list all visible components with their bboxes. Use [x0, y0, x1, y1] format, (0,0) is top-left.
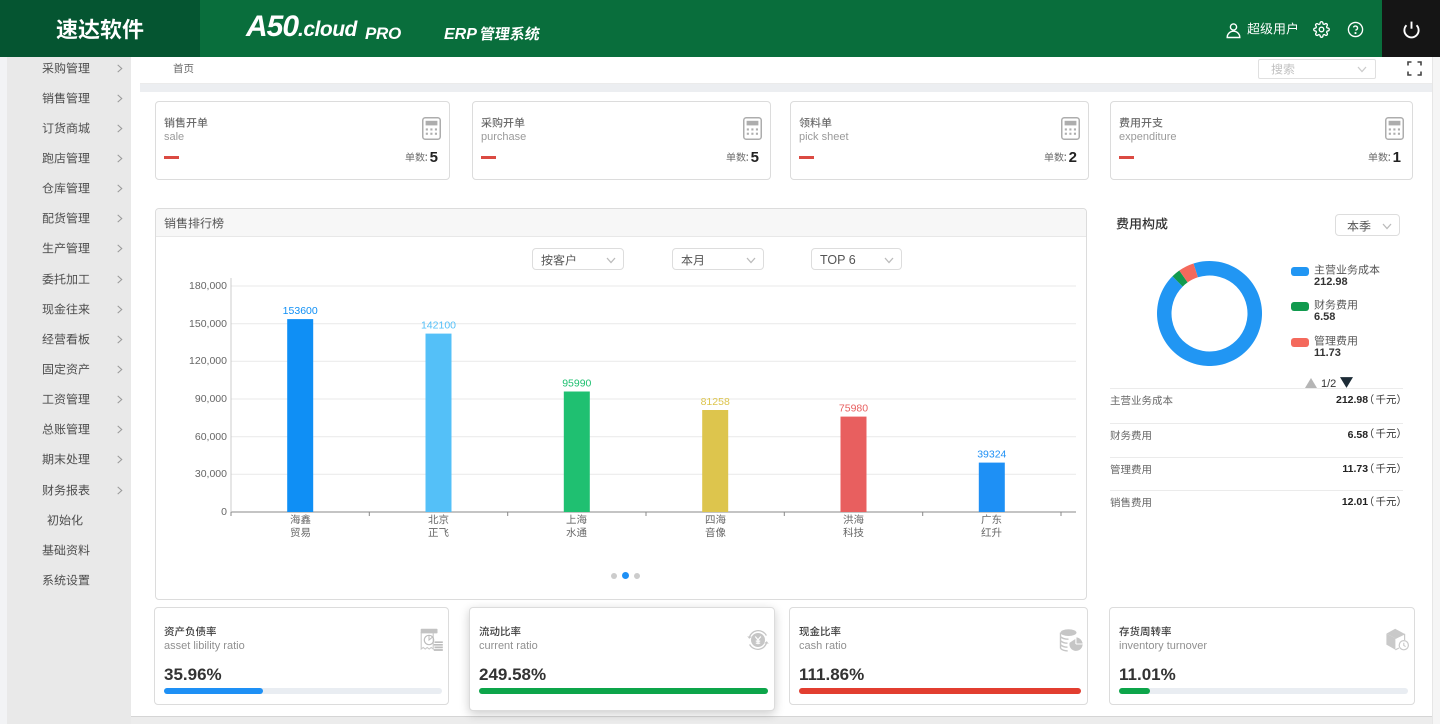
svg-text:153600: 153600 — [283, 305, 318, 317]
svg-text:142100: 142100 — [421, 320, 456, 332]
svg-text:39324: 39324 — [977, 449, 1006, 461]
svg-text:75980: 75980 — [839, 403, 868, 415]
svg-text:95990: 95990 — [562, 378, 591, 390]
svg-text:81258: 81258 — [701, 396, 730, 408]
